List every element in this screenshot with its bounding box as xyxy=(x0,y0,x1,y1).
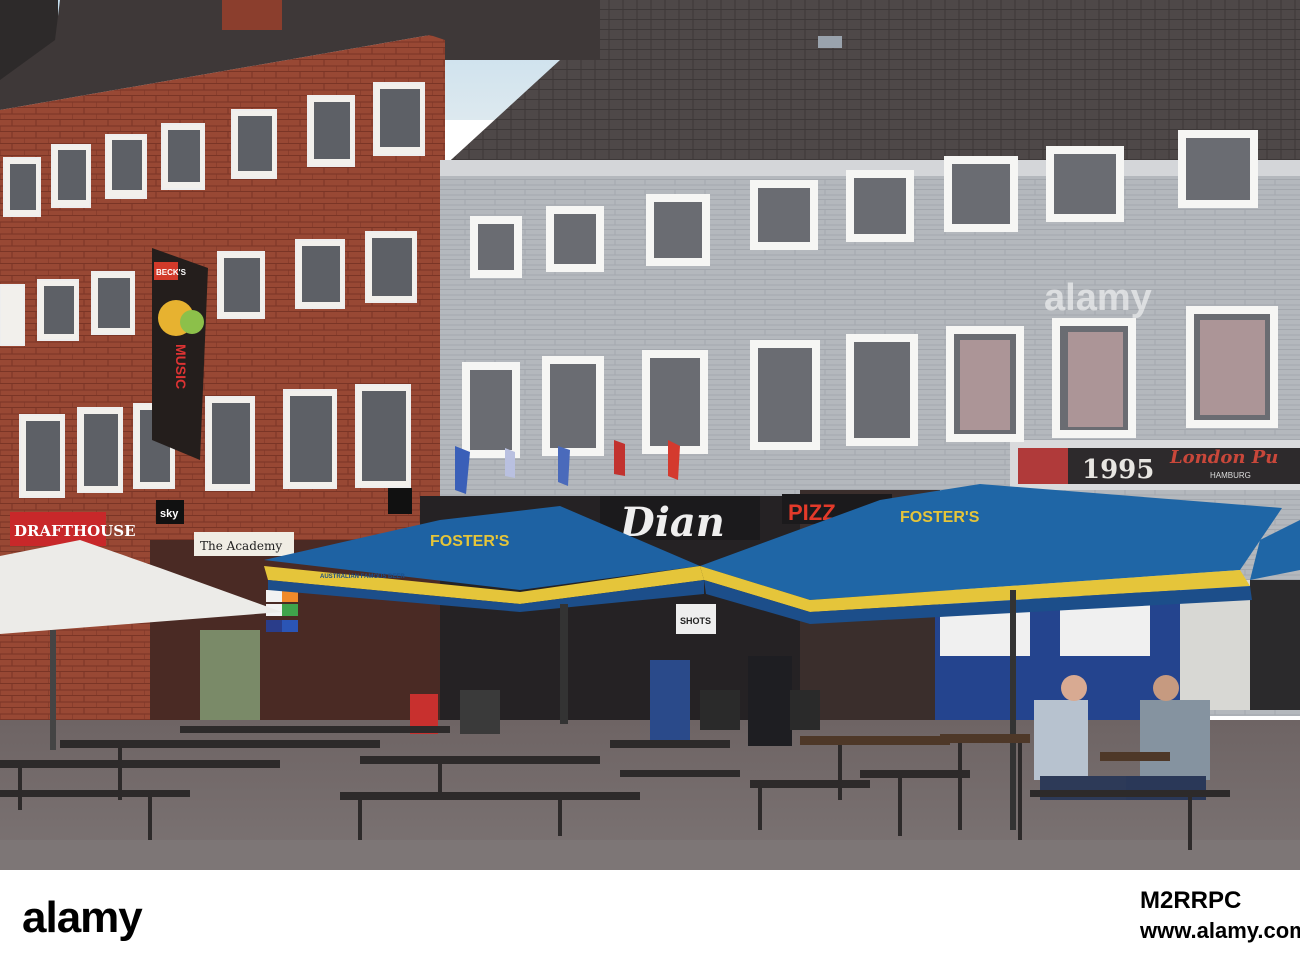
footer-bar xyxy=(0,870,1300,960)
svg-text:SHOTS: SHOTS xyxy=(680,616,711,626)
chimney xyxy=(222,0,282,30)
site-url[interactable]: www.alamy.com xyxy=(1140,918,1300,944)
svg-text:MUSIC: MUSIC xyxy=(173,344,189,389)
svg-text:DRAFTHOUSE: DRAFTHOUSE xyxy=(14,522,136,540)
svg-text:1995: 1995 xyxy=(1082,455,1154,485)
svg-text:AUSTRALIAN FAMOUS BEER: AUSTRALIAN FAMOUS BEER xyxy=(320,574,405,580)
svg-text:The Academy: The Academy xyxy=(200,539,282,553)
street-photo: 1995 London Pu HAMBURG Dian PIZZ SHOTS B… xyxy=(0,0,1300,870)
watermark: alamy xyxy=(1044,277,1152,319)
alamy-logo: alamy xyxy=(22,893,143,942)
svg-text:sky: sky xyxy=(160,508,179,520)
svg-text:HAMBURG: HAMBURG xyxy=(1210,471,1251,480)
svg-text:London Pu: London Pu xyxy=(1169,447,1278,468)
svg-text:FOSTER'S: FOSTER'S xyxy=(430,533,510,550)
svg-text:FOSTER'S: FOSTER'S xyxy=(900,509,980,526)
image-id: M2RRPC xyxy=(1140,887,1242,914)
svg-text:BECK'S: BECK'S xyxy=(156,268,187,277)
